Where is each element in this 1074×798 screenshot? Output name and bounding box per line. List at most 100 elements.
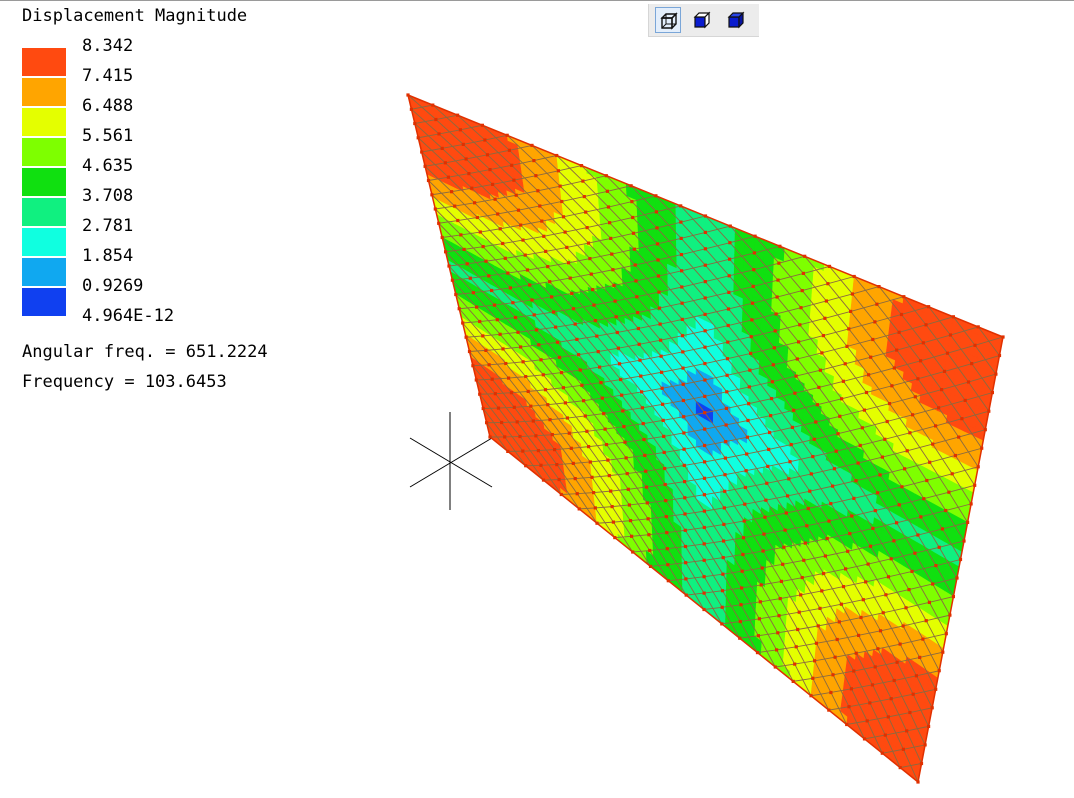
mesh-node bbox=[420, 150, 424, 154]
mesh-node bbox=[488, 168, 492, 172]
mesh-node bbox=[440, 146, 444, 150]
mesh-node bbox=[473, 201, 477, 205]
mesh-node bbox=[474, 378, 478, 382]
mesh-node bbox=[552, 310, 556, 314]
mesh-node bbox=[464, 157, 468, 161]
mesh-node bbox=[456, 113, 460, 117]
mesh-node bbox=[484, 259, 488, 263]
mesh-node bbox=[507, 148, 511, 152]
mesh-node bbox=[578, 368, 582, 372]
model-viewport[interactable] bbox=[0, 0, 1074, 798]
mesh-node bbox=[501, 241, 505, 246]
mesh-node bbox=[487, 363, 491, 367]
mesh-node bbox=[603, 427, 607, 431]
mesh-node bbox=[450, 190, 454, 194]
mesh-node bbox=[557, 355, 562, 359]
mesh-node bbox=[485, 153, 490, 157]
mesh-node bbox=[593, 319, 597, 323]
mesh-node bbox=[491, 182, 495, 186]
mesh-node bbox=[462, 247, 466, 251]
mesh-node bbox=[558, 184, 562, 188]
mesh-node bbox=[458, 128, 462, 132]
mesh-node bbox=[582, 399, 586, 403]
mesh-node bbox=[519, 345, 523, 349]
mesh-node bbox=[467, 349, 472, 354]
mesh-node bbox=[565, 245, 569, 249]
mesh-edge bbox=[501, 421, 518, 423]
mesh-node bbox=[541, 478, 546, 482]
mesh-node bbox=[604, 174, 608, 178]
mesh-node bbox=[575, 492, 579, 496]
mesh-node bbox=[459, 233, 463, 237]
mesh-node bbox=[573, 322, 577, 326]
mesh-node bbox=[571, 307, 576, 311]
mesh-node bbox=[577, 353, 581, 357]
mesh-node bbox=[478, 392, 482, 396]
mesh-node bbox=[461, 142, 465, 146]
mesh-node bbox=[524, 464, 528, 468]
mesh-node bbox=[585, 429, 589, 433]
mesh-node bbox=[493, 197, 497, 201]
mesh-node bbox=[575, 337, 579, 341]
mesh-node bbox=[430, 193, 434, 197]
mesh-node bbox=[570, 291, 574, 295]
mesh-node bbox=[530, 298, 534, 302]
mesh-node bbox=[529, 404, 533, 408]
mesh-node bbox=[595, 334, 599, 338]
mesh-node bbox=[470, 186, 474, 190]
mesh-edge bbox=[479, 393, 496, 395]
mesh-node bbox=[566, 261, 571, 265]
mesh-node bbox=[534, 174, 538, 178]
mesh-node bbox=[607, 474, 611, 478]
mesh-node bbox=[500, 420, 504, 425]
mesh-node bbox=[498, 332, 502, 336]
mesh-node bbox=[608, 221, 612, 225]
mesh-node bbox=[610, 252, 614, 256]
mesh-node bbox=[596, 350, 600, 354]
mesh-node bbox=[534, 434, 538, 438]
mesh-node bbox=[589, 272, 593, 276]
mesh-node bbox=[447, 264, 451, 268]
mesh-node bbox=[493, 392, 497, 396]
mesh-node bbox=[590, 475, 594, 479]
mesh-node bbox=[528, 283, 532, 287]
mesh-node bbox=[406, 93, 410, 97]
mesh-node bbox=[437, 132, 441, 136]
mesh-node bbox=[599, 381, 603, 385]
mesh-node bbox=[519, 223, 523, 227]
mesh-node bbox=[588, 257, 592, 261]
mesh-node bbox=[537, 343, 541, 347]
mesh-node bbox=[546, 265, 550, 269]
mesh-node bbox=[612, 283, 616, 287]
mesh-node bbox=[569, 446, 573, 450]
mesh-node bbox=[506, 449, 510, 453]
mesh-node bbox=[557, 477, 561, 482]
mesh-node bbox=[532, 313, 536, 317]
mesh-node bbox=[592, 491, 596, 495]
mesh-node bbox=[426, 178, 431, 183]
mesh-node bbox=[437, 221, 441, 225]
mesh-node bbox=[586, 241, 591, 245]
mesh-node bbox=[524, 375, 528, 379]
mesh-node bbox=[409, 107, 413, 111]
mesh-node bbox=[509, 391, 514, 395]
mesh-node bbox=[606, 458, 610, 462]
mesh-node bbox=[483, 138, 487, 142]
mesh-node bbox=[484, 348, 488, 352]
mesh-node bbox=[523, 253, 527, 257]
mesh-node bbox=[496, 406, 501, 410]
mesh-node bbox=[565, 416, 569, 420]
mesh-node bbox=[541, 373, 545, 377]
mesh-node bbox=[530, 143, 534, 147]
mesh-node bbox=[481, 406, 485, 411]
mesh-node bbox=[540, 219, 544, 223]
mesh-node bbox=[600, 396, 604, 400]
mesh-node bbox=[526, 389, 530, 393]
mesh-node bbox=[563, 401, 567, 405]
mesh-node bbox=[490, 288, 494, 293]
mesh-node bbox=[487, 274, 491, 278]
mesh-node bbox=[559, 492, 563, 497]
mesh-node bbox=[521, 360, 525, 364]
mesh-node bbox=[511, 301, 515, 305]
mesh-node bbox=[577, 507, 581, 511]
